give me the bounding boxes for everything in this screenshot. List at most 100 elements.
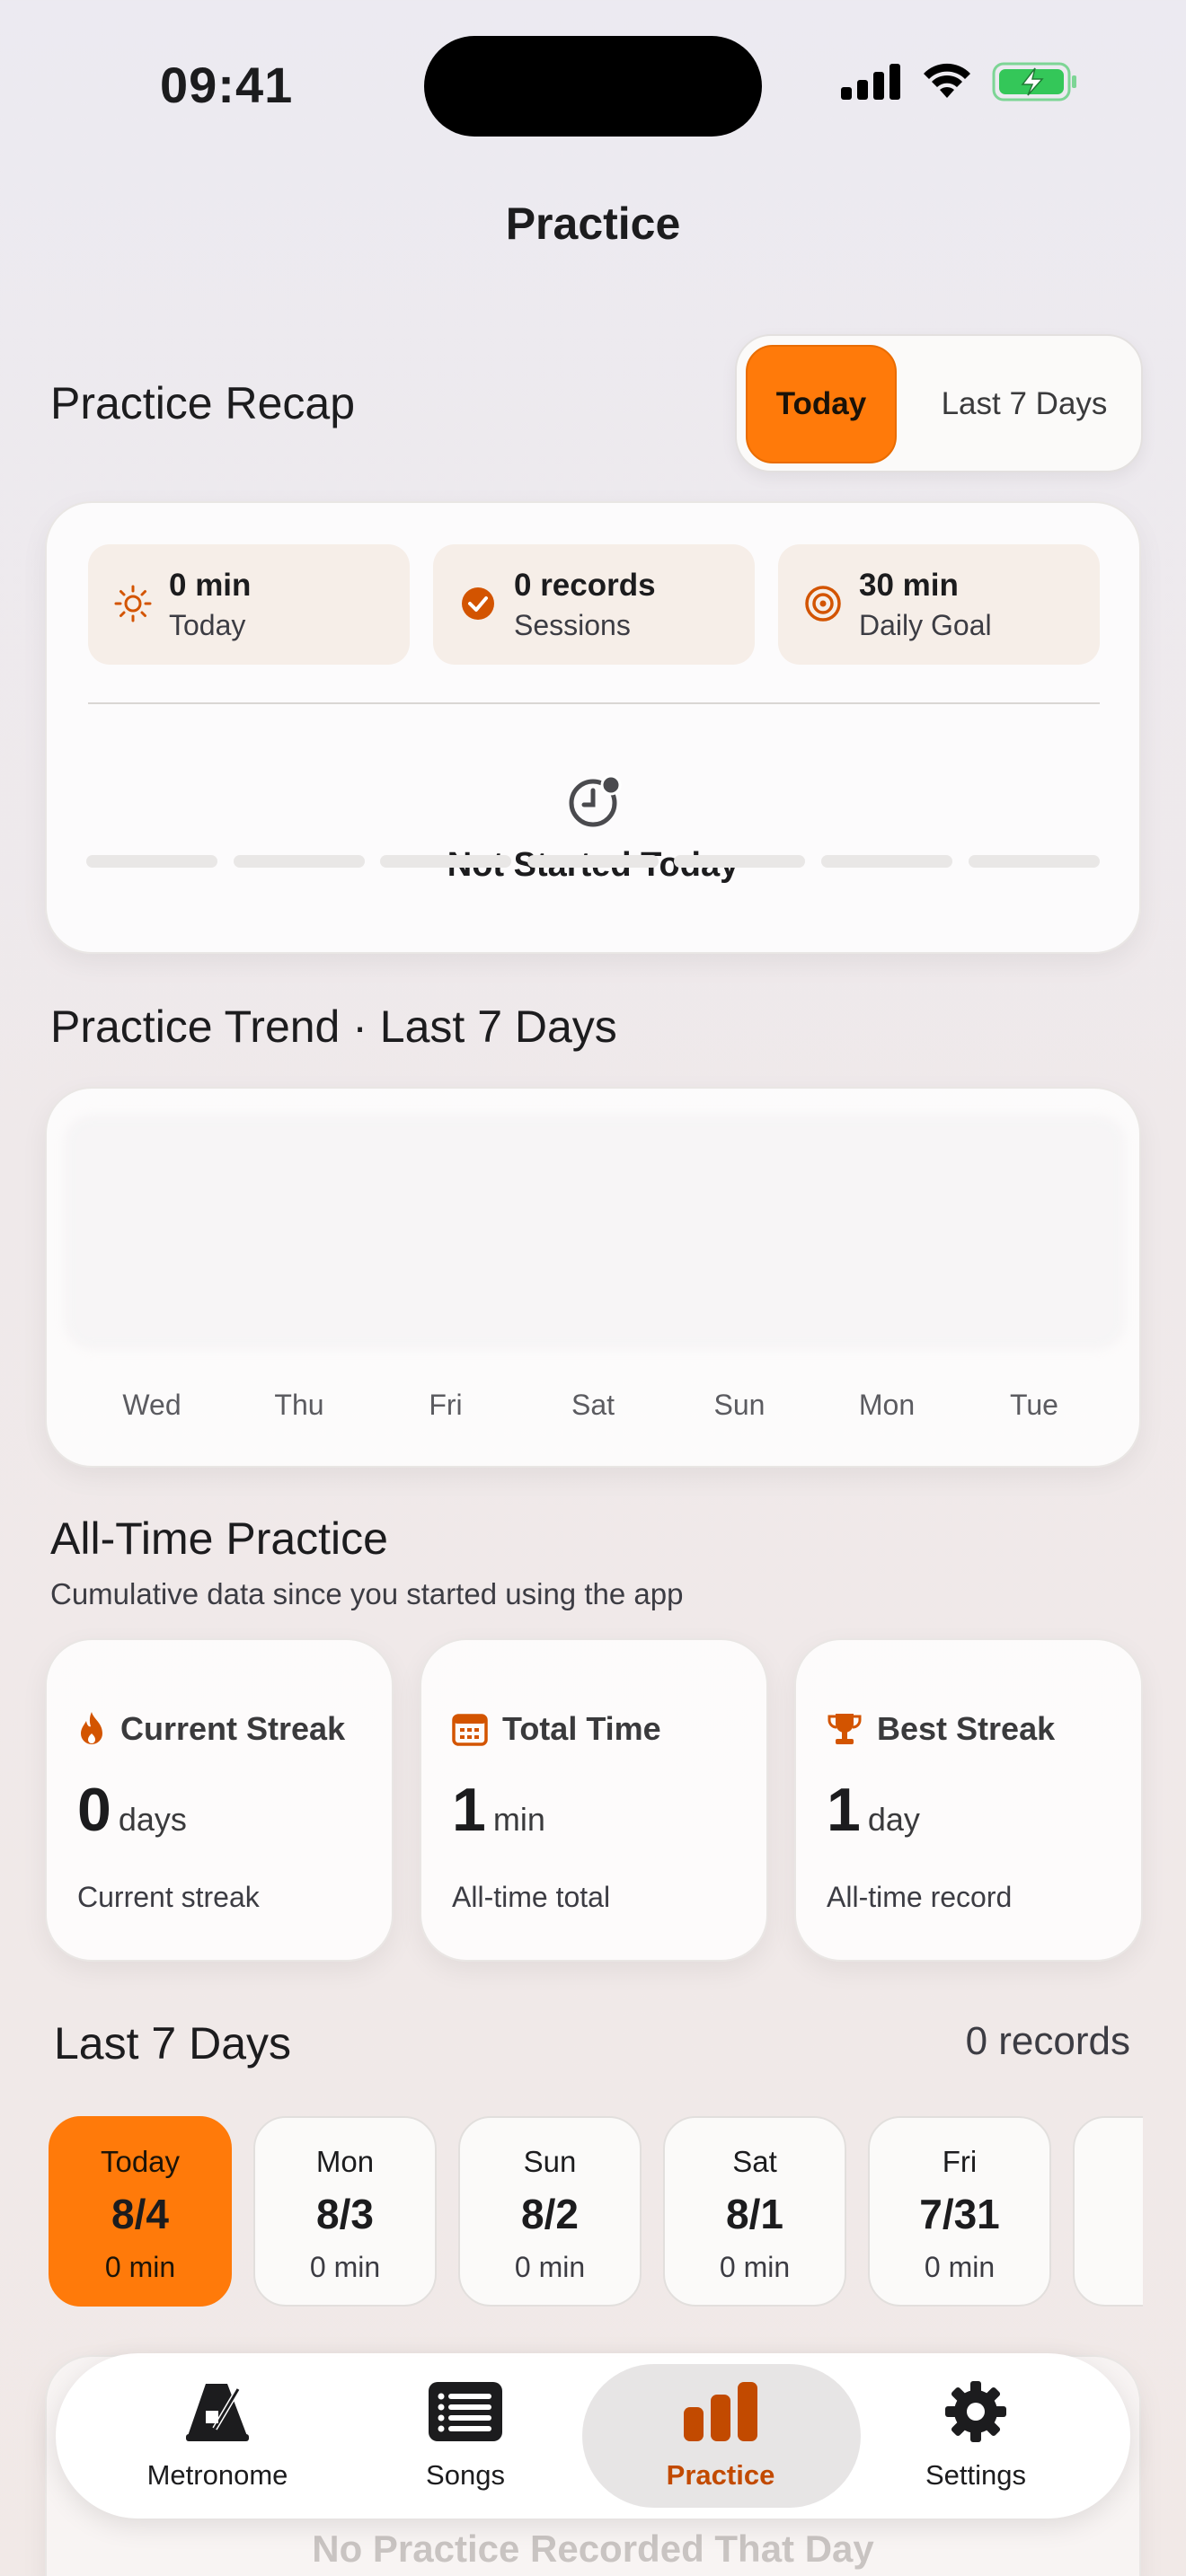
all-time-subtitle: Cumulative data since you started using … — [50, 1577, 684, 1610]
tab-settings[interactable]: Settings — [841, 2353, 1111, 2519]
stat-sessions: 0 records Sessions — [433, 544, 755, 665]
tab-bar: Metronome Songs Practice Settings — [56, 2353, 1130, 2519]
day-label: Wed — [122, 1389, 181, 1421]
period-segmented-control: Today Last 7 Days — [735, 334, 1143, 472]
gear-icon — [945, 2381, 1006, 2442]
day-card[interactable]: Sat 8/1 0 min — [663, 2116, 846, 2307]
last7-title: Last 7 Days — [54, 2018, 292, 2069]
day-minutes: 0 min — [514, 2251, 586, 2283]
battery-charging-icon — [992, 62, 1076, 101]
day-label: Tue — [1010, 1389, 1058, 1421]
clock-badge-icon — [569, 774, 622, 827]
sun-icon — [114, 585, 152, 622]
current-streak-header: Current Streak — [77, 1710, 345, 1748]
day-name: Today — [100, 2145, 181, 2178]
value-number: 1 — [452, 1776, 486, 1844]
page-title: Practice — [505, 198, 681, 249]
day-label: Mon — [858, 1389, 916, 1421]
recap-card: 0 min Today 0 records Sessions 30 min Da… — [45, 501, 1141, 954]
chart-area — [65, 1116, 1125, 1349]
wifi-icon — [924, 63, 970, 98]
stat-sessions-value: 0 records — [514, 568, 656, 603]
day-card[interactable]: Fri 7/31 0 min — [868, 2116, 1051, 2307]
day-label: Sat — [571, 1389, 615, 1421]
metronome-icon — [186, 2384, 249, 2441]
best-streak-value: 1 day — [827, 1775, 920, 1845]
day-minutes: 0 — [1075, 2251, 1143, 2284]
calendar-icon — [452, 1714, 488, 1746]
all-time-title: All-Time Practice — [50, 1513, 388, 1564]
bar-wed — [86, 855, 217, 868]
day-name: T — [1075, 2145, 1143, 2179]
streak-value: 0 days — [77, 1775, 187, 1845]
best-streak-card[interactable]: Best Streak 1 day All-time record — [794, 1638, 1143, 1962]
day-card[interactable]: Mon 8/3 0 min — [253, 2116, 437, 2307]
card-title: Best Streak — [877, 1710, 1056, 1747]
records-count: 0 records — [965, 2019, 1130, 2063]
value-unit: days — [118, 1801, 187, 1838]
day-date: 8/2 — [521, 2191, 579, 2237]
bar-sat — [527, 855, 659, 868]
recap-divider — [88, 702, 1100, 704]
stat-goal-label: Daily Goal — [859, 609, 992, 641]
value-number: 0 — [77, 1776, 111, 1844]
target-icon — [805, 586, 841, 622]
stat-today-value: 0 min — [169, 568, 252, 603]
best-streak-header: Best Streak — [827, 1710, 1055, 1748]
bar-thu — [234, 855, 365, 868]
total-time-header: Total Time — [452, 1710, 661, 1748]
stat-goal-value: 30 min — [859, 568, 959, 603]
day-date: 8/4 — [111, 2191, 169, 2237]
day-label: Fri — [429, 1389, 463, 1421]
list-icon — [429, 2382, 502, 2441]
day-date: 7/31 — [919, 2191, 1000, 2237]
day-minutes: 0 min — [309, 2251, 381, 2283]
day-minutes: 0 min — [104, 2251, 176, 2283]
day-label: Sun — [713, 1389, 766, 1421]
total-time-card[interactable]: Total Time 1 min All-time total — [420, 1638, 768, 1962]
bar-chart-icon — [684, 2382, 757, 2441]
bar-fri — [380, 855, 511, 868]
day-minutes: 0 min — [719, 2251, 791, 2283]
checkmark-circle-icon — [462, 587, 494, 620]
day-minutes: 0 min — [924, 2251, 996, 2283]
dynamic-island — [424, 36, 762, 137]
day-name: Sun — [523, 2145, 577, 2178]
day-scroller[interactable]: Today 8/4 0 min Mon 8/3 0 min Sun 8/2 0 … — [0, 2102, 1143, 2326]
tab-label: Songs — [426, 2459, 505, 2491]
trend-title: Practice Trend · Last 7 Days — [50, 1001, 617, 1052]
value-unit: day — [867, 1801, 920, 1838]
bar-sun — [674, 855, 805, 868]
value-unit: min — [492, 1801, 545, 1838]
status-icons — [841, 61, 1078, 102]
day-card-today[interactable]: Today 8/4 0 min — [49, 2116, 232, 2307]
day-name: Mon — [315, 2145, 375, 2178]
stat-daily-goal: 30 min Daily Goal — [778, 544, 1100, 665]
recap-title: Practice Recap — [50, 378, 356, 428]
stat-today-label: Today — [169, 609, 246, 641]
segment-last-7-days[interactable]: Last 7 Days — [916, 345, 1132, 463]
trophy-icon — [828, 1714, 862, 1744]
tab-label: Metronome — [146, 2459, 288, 2491]
value-number: 1 — [827, 1776, 861, 1844]
tab-practice[interactable]: Practice — [586, 2353, 855, 2519]
current-streak-card[interactable]: Current Streak 0 days Current streak — [45, 1638, 394, 1962]
day-date: 8/3 — [316, 2191, 374, 2237]
tab-songs[interactable]: Songs — [331, 2353, 600, 2519]
day-card[interactable]: T 7 0 — [1073, 2116, 1143, 2307]
tab-label: Settings — [925, 2459, 1026, 2491]
day-label: Thu — [274, 1389, 324, 1421]
tab-metronome[interactable]: Metronome — [83, 2353, 352, 2519]
stat-sessions-label: Sessions — [514, 609, 631, 641]
card-title: Total Time — [502, 1710, 661, 1747]
card-subtitle: All-time total — [452, 1881, 611, 1913]
status-time: 09:41 — [160, 57, 294, 113]
card-title: Current Streak — [120, 1710, 346, 1747]
total-time-value: 1 min — [452, 1775, 545, 1845]
tab-label: Practice — [666, 2459, 775, 2491]
segment-today[interactable]: Today — [746, 345, 897, 463]
bar-tue — [969, 855, 1100, 868]
cellular-signal-icon — [841, 64, 900, 100]
day-card[interactable]: Sun 8/2 0 min — [458, 2116, 642, 2307]
flame-icon — [81, 1712, 102, 1744]
